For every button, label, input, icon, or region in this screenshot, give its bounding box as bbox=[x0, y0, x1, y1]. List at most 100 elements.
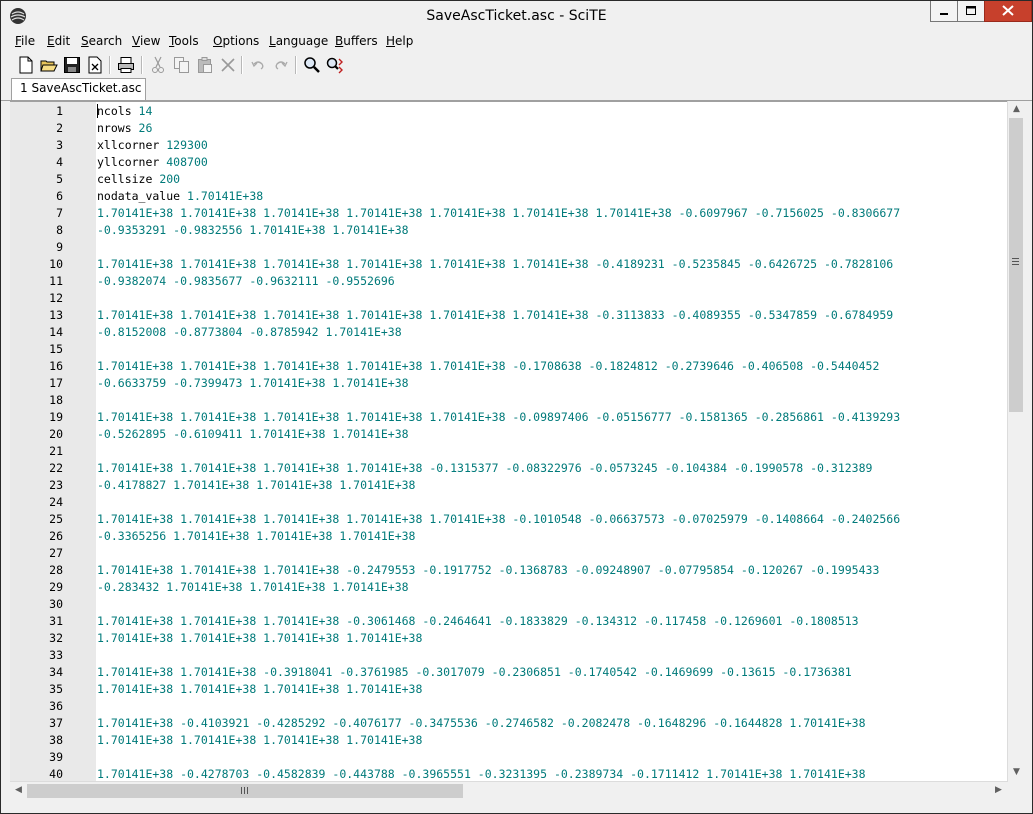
editor-line[interactable]: 25 1.70141E+38 1.70141E+38 1.70141E+38 1.… bbox=[10, 511, 1005, 528]
numeric-value: 1.70141E+38 1.70141E+38 1.70141E+38 1.70… bbox=[97, 257, 894, 271]
editor-line[interactable]: 16 1.70141E+38 1.70141E+38 1.70141E+38 1.… bbox=[10, 358, 1005, 375]
line-number: 33 bbox=[49, 648, 63, 662]
editor-line[interactable]: 3 xllcorner 129300 bbox=[10, 137, 1005, 154]
line-number: 22 bbox=[49, 461, 63, 475]
line-number: 13 bbox=[49, 308, 63, 322]
numeric-value: 1.70141E+38 1.70141E+38 1.70141E+38 1.70… bbox=[97, 410, 901, 424]
editor-line[interactable]: 23 -0.4178827 1.70141E+38 1.70141E+38 1.7… bbox=[10, 477, 1005, 494]
save-button[interactable] bbox=[61, 54, 83, 76]
menu-edit[interactable]: Edit bbox=[47, 34, 70, 48]
find-button[interactable] bbox=[301, 54, 323, 76]
editor-line[interactable]: 27 bbox=[10, 545, 1005, 562]
editor-line[interactable]: 32 1.70141E+38 1.70141E+38 1.70141E+38 1.… bbox=[10, 630, 1005, 647]
line-text: -0.4178827 1.70141E+38 1.70141E+38 1.701… bbox=[97, 477, 416, 494]
menu-tools[interactable]: Tools bbox=[169, 34, 199, 48]
redo-button[interactable] bbox=[270, 54, 292, 76]
editor-line[interactable]: 5 cellsize 200 bbox=[10, 171, 1005, 188]
replace-button[interactable] bbox=[324, 54, 346, 76]
scroll-right-icon[interactable]: ▶ bbox=[990, 782, 1007, 799]
numeric-value: 1.70141E+38 1.70141E+38 1.70141E+38 1.70… bbox=[97, 461, 873, 475]
line-text: -0.9382074 -0.9835677 -0.9632111 -0.9552… bbox=[97, 273, 395, 290]
print-button[interactable] bbox=[115, 54, 137, 76]
editor-line[interactable]: 17 -0.6633759 -0.7399473 1.70141E+38 1.70… bbox=[10, 375, 1005, 392]
editor-line[interactable]: 39 bbox=[10, 749, 1005, 766]
editor-line[interactable]: 20 -0.5262895 -0.6109411 1.70141E+38 1.70… bbox=[10, 426, 1005, 443]
minimize-button[interactable] bbox=[930, 1, 958, 22]
maximize-icon bbox=[966, 6, 976, 15]
editor-line[interactable]: 15 bbox=[10, 341, 1005, 358]
scite-window: SaveAscTicket.asc - SciTE File Edit Sear… bbox=[0, 0, 1033, 814]
numeric-value: 200 bbox=[159, 172, 181, 186]
scroll-left-icon[interactable]: ◀ bbox=[10, 782, 27, 799]
editor-pane[interactable]: 1 ncols 14 2 nrows 26 3 xllcorner 129300 4 yllc… bbox=[10, 101, 1022, 782]
undo-button[interactable] bbox=[247, 54, 269, 76]
editor-line[interactable]: 19 1.70141E+38 1.70141E+38 1.70141E+38 1.… bbox=[10, 409, 1005, 426]
editor-line[interactable]: 2 nrows 26 bbox=[10, 120, 1005, 137]
numeric-value: 1.70141E+38 1.70141E+38 1.70141E+38 -0.3… bbox=[97, 614, 859, 628]
menu-search[interactable]: Search bbox=[81, 34, 122, 48]
toolbar bbox=[1, 53, 1032, 77]
horizontal-scrollbar[interactable]: ◀ ▶ bbox=[10, 781, 1007, 799]
close-file-button[interactable] bbox=[84, 54, 106, 76]
maximize-button[interactable] bbox=[957, 1, 985, 22]
editor-line[interactable]: 8 -0.9353291 -0.9832556 1.70141E+38 1.701… bbox=[10, 222, 1005, 239]
line-number: 19 bbox=[49, 410, 63, 424]
menu-buffers[interactable]: Buffers bbox=[335, 34, 378, 48]
title-bar[interactable]: SaveAscTicket.asc - SciTE bbox=[1, 1, 1032, 31]
menu-options[interactable]: Options bbox=[213, 34, 259, 48]
editor-line[interactable]: 10 1.70141E+38 1.70141E+38 1.70141E+38 1.… bbox=[10, 256, 1005, 273]
vertical-scrollbar[interactable]: ▲ ▼ bbox=[1007, 101, 1025, 782]
editor-line[interactable]: 13 1.70141E+38 1.70141E+38 1.70141E+38 1.… bbox=[10, 307, 1005, 324]
copy-button[interactable] bbox=[171, 54, 193, 76]
editor-line[interactable]: 34 1.70141E+38 1.70141E+38 -0.3918041 -0.… bbox=[10, 664, 1005, 681]
menu-help[interactable]: Help bbox=[386, 34, 413, 48]
line-text: 1.70141E+38 1.70141E+38 1.70141E+38 1.70… bbox=[97, 732, 422, 749]
editor-line[interactable]: 24 bbox=[10, 494, 1005, 511]
open-button[interactable] bbox=[38, 54, 60, 76]
tab-saveascticket[interactable]: 1 SaveAscTicket.asc bbox=[11, 78, 147, 100]
editor-line[interactable]: 9 bbox=[10, 239, 1005, 256]
numeric-value: 1.70141E+38 1.70141E+38 1.70141E+38 1.70… bbox=[97, 631, 423, 645]
paste-button[interactable] bbox=[194, 54, 216, 76]
line-number: 27 bbox=[49, 546, 63, 560]
scroll-down-icon[interactable]: ▼ bbox=[1008, 764, 1025, 781]
close-button[interactable] bbox=[984, 1, 1032, 22]
line-text: 1.70141E+38 1.70141E+38 -0.3918041 -0.37… bbox=[97, 664, 852, 681]
editor-line[interactable]: 14 -0.8152008 -0.8773804 -0.8785942 1.701… bbox=[10, 324, 1005, 341]
editor-line[interactable]: 36 bbox=[10, 698, 1005, 715]
scroll-grip-icon bbox=[241, 787, 248, 794]
menu-language[interactable]: Language bbox=[269, 34, 328, 48]
editor-line[interactable]: 31 1.70141E+38 1.70141E+38 1.70141E+38 -0… bbox=[10, 613, 1005, 630]
line-number: 8 bbox=[56, 223, 63, 237]
line-number: 36 bbox=[49, 699, 63, 713]
editor-line[interactable]: 29 -0.283432 1.70141E+38 1.70141E+38 1.70… bbox=[10, 579, 1005, 596]
editor-line[interactable]: 30 bbox=[10, 596, 1005, 613]
menu-file[interactable]: File bbox=[15, 34, 35, 48]
scroll-up-icon[interactable]: ▲ bbox=[1008, 101, 1025, 118]
editor-line[interactable]: 28 1.70141E+38 1.70141E+38 1.70141E+38 -0… bbox=[10, 562, 1005, 579]
editor-line[interactable]: 4 yllcorner 408700 bbox=[10, 154, 1005, 171]
new-file-button[interactable] bbox=[15, 54, 37, 76]
editor-line[interactable]: 35 1.70141E+38 1.70141E+38 1.70141E+38 1.… bbox=[10, 681, 1005, 698]
line-text: -0.9353291 -0.9832556 1.70141E+38 1.7014… bbox=[97, 222, 409, 239]
line-number: 12 bbox=[49, 291, 63, 305]
delete-button[interactable] bbox=[217, 54, 239, 76]
line-number: 2 bbox=[56, 121, 63, 135]
editor-line[interactable]: 21 bbox=[10, 443, 1005, 460]
editor-line[interactable]: 37 1.70141E+38 -0.4103921 -0.4285292 -0.4… bbox=[10, 715, 1005, 732]
editor-line[interactable]: 12 bbox=[10, 290, 1005, 307]
editor-line[interactable]: 1 ncols 14 bbox=[10, 103, 1005, 120]
editor-line[interactable]: 7 1.70141E+38 1.70141E+38 1.70141E+38 1.7… bbox=[10, 205, 1005, 222]
editor-line[interactable]: 6 nodata_value 1.70141E+38 bbox=[10, 188, 1005, 205]
editor-line[interactable]: 11 -0.9382074 -0.9835677 -0.9632111 -0.95… bbox=[10, 273, 1005, 290]
numeric-value: -0.6633759 -0.7399473 1.70141E+38 1.7014… bbox=[97, 376, 409, 390]
editor-line[interactable]: 22 1.70141E+38 1.70141E+38 1.70141E+38 1.… bbox=[10, 460, 1005, 477]
menu-view[interactable]: View bbox=[132, 34, 160, 48]
cut-button[interactable] bbox=[147, 54, 169, 76]
editor-line[interactable]: 33 bbox=[10, 647, 1005, 664]
vertical-scroll-thumb[interactable] bbox=[1009, 118, 1023, 412]
editor-line[interactable]: 26 -0.3365256 1.70141E+38 1.70141E+38 1.7… bbox=[10, 528, 1005, 545]
numeric-value: 1.70141E+38 1.70141E+38 1.70141E+38 1.70… bbox=[97, 359, 880, 373]
editor-line[interactable]: 18 bbox=[10, 392, 1005, 409]
editor-line[interactable]: 38 1.70141E+38 1.70141E+38 1.70141E+38 1.… bbox=[10, 732, 1005, 749]
